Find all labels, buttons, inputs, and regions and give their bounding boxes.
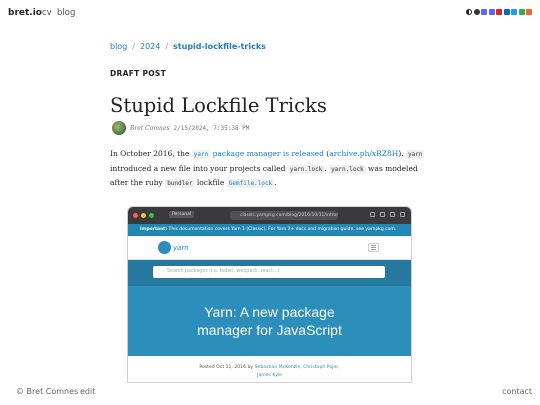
code-bundler: bundler: [165, 179, 195, 188]
youtube-icon[interactable]: [496, 9, 502, 15]
gemfile-lock-link[interactable]: Gemfile.lock: [226, 178, 275, 188]
code-yarn: yarn: [191, 150, 211, 159]
breadcrumb-separator: /: [165, 42, 169, 51]
text: ).: [398, 149, 407, 158]
search-band: Search packages (i.e. babel, webpack, re…: [128, 260, 411, 286]
github-icon[interactable]: [473, 9, 480, 15]
banner-bold: Important:: [140, 227, 168, 232]
comma: ,: [338, 365, 340, 370]
rss-icon[interactable]: [526, 9, 532, 15]
text: .: [274, 178, 277, 187]
docs-banner: Important: This documentation covers Yar…: [128, 224, 411, 236]
code-gemfile-lock: Gemfile.lock: [226, 179, 275, 188]
text: lockfile: [194, 178, 227, 187]
hero-title: Yarn: A new package manager for JavaScri…: [197, 303, 342, 339]
footer-copyright: © Bret Comnes: [16, 387, 79, 396]
footer: © Bret Comnes edit contact: [0, 383, 540, 405]
intro-paragraph: In October 2016, the yarn package manage…: [110, 147, 430, 191]
site-brand-link[interactable]: bret.io: [8, 8, 42, 18]
breadcrumb-blog[interactable]: blog: [110, 42, 127, 51]
twitter-icon[interactable]: [511, 9, 517, 15]
hamburger-menu-icon: [368, 243, 379, 252]
theme-toggle-icon[interactable]: [466, 9, 472, 15]
publish-date: 2/15/2024, 7:35:38 PM: [173, 124, 250, 132]
discord-icon[interactable]: [488, 9, 495, 15]
yarn-logo: yarn: [158, 241, 189, 254]
maximize-dot-icon: [149, 213, 154, 218]
tabs-icon: [400, 212, 405, 217]
browser-chrome: Personal classic.yarnpkg.com/blog/2016/1…: [128, 207, 411, 224]
yarn-header: yarn: [128, 236, 411, 260]
browser-profile: Personal: [169, 211, 195, 218]
new-tab-icon: [390, 212, 395, 217]
linkedin-icon[interactable]: [503, 9, 510, 15]
package-search-input: Search packages (i.e. babel, webpack, re…: [153, 266, 385, 278]
link-text: package manager is released: [210, 149, 324, 158]
yarn-release-link[interactable]: yarn package manager is released: [191, 149, 324, 159]
hero-line-2: manager for JavaScript: [197, 322, 342, 338]
browser-url: classic.yarnpkg.com/blog/2016/10/11/intr…: [230, 211, 338, 220]
banner-text: This documentation covers Yarn 1 (Classi…: [167, 227, 397, 232]
download-icon: [370, 212, 375, 217]
hero-line-1: Yarn: A new package: [204, 304, 335, 320]
archive-link[interactable]: archive.ph/xRZ8H: [329, 149, 398, 158]
mastodon-icon[interactable]: [481, 9, 487, 15]
page-title: Stupid Lockfile Tricks: [110, 94, 327, 117]
posted-text: Posted Oct 11, 2016 by: [199, 365, 255, 370]
breadcrumb: blog / 2024 / stupid-lockfile-tricks: [110, 42, 266, 51]
top-nav: bret.io cv blog: [0, 0, 540, 26]
share-icon: [380, 212, 385, 217]
draft-label: DRAFT POST: [110, 69, 167, 78]
author-link: Christoph Pojer: [303, 365, 339, 370]
author-link: James Kyle: [257, 373, 282, 378]
byline: Bret Comnes 2/15/2024, 7:35:38 PM: [112, 121, 249, 135]
code-yarn: yarn: [406, 150, 425, 159]
breadcrumb-year[interactable]: 2024: [140, 42, 160, 51]
code-yarn-lock: yarn.lock: [287, 164, 325, 174]
author-name[interactable]: Bret Comnes: [130, 125, 170, 132]
post-meta: Posted Oct 11, 2016 by Sebastian McKenzi…: [128, 356, 411, 382]
hero: Yarn: A new package manager for JavaScri…: [128, 286, 411, 356]
footer-contact-link[interactable]: contact: [502, 387, 532, 396]
author-link: Sebastian McKenzie: [254, 365, 301, 370]
footer-edit-link[interactable]: edit: [80, 387, 95, 396]
close-dot-icon: [133, 213, 138, 218]
avatar: [112, 121, 126, 135]
nav-link-cv[interactable]: cv: [42, 8, 52, 18]
browser-toolbar-icons: [370, 212, 405, 217]
breadcrumb-current[interactable]: stupid-lockfile-tricks: [173, 42, 266, 51]
email-icon[interactable]: [518, 9, 525, 15]
nav-link-blog[interactable]: blog: [57, 8, 75, 18]
breadcrumb-separator: /: [132, 42, 135, 51]
yarn-blog-screenshot: Personal classic.yarnpkg.com/blog/2016/1…: [128, 207, 411, 382]
window-controls: [133, 213, 154, 218]
social-icons: [466, 9, 532, 15]
minimize-dot-icon: [141, 213, 146, 218]
text: In October 2016, the: [110, 149, 192, 158]
yarn-logo-text: yarn: [173, 243, 189, 252]
yarn-ball-icon: [158, 241, 171, 254]
text: introduced a new file into your projects…: [110, 163, 288, 173]
code-yarn-lock: yarn.lock: [329, 164, 366, 174]
